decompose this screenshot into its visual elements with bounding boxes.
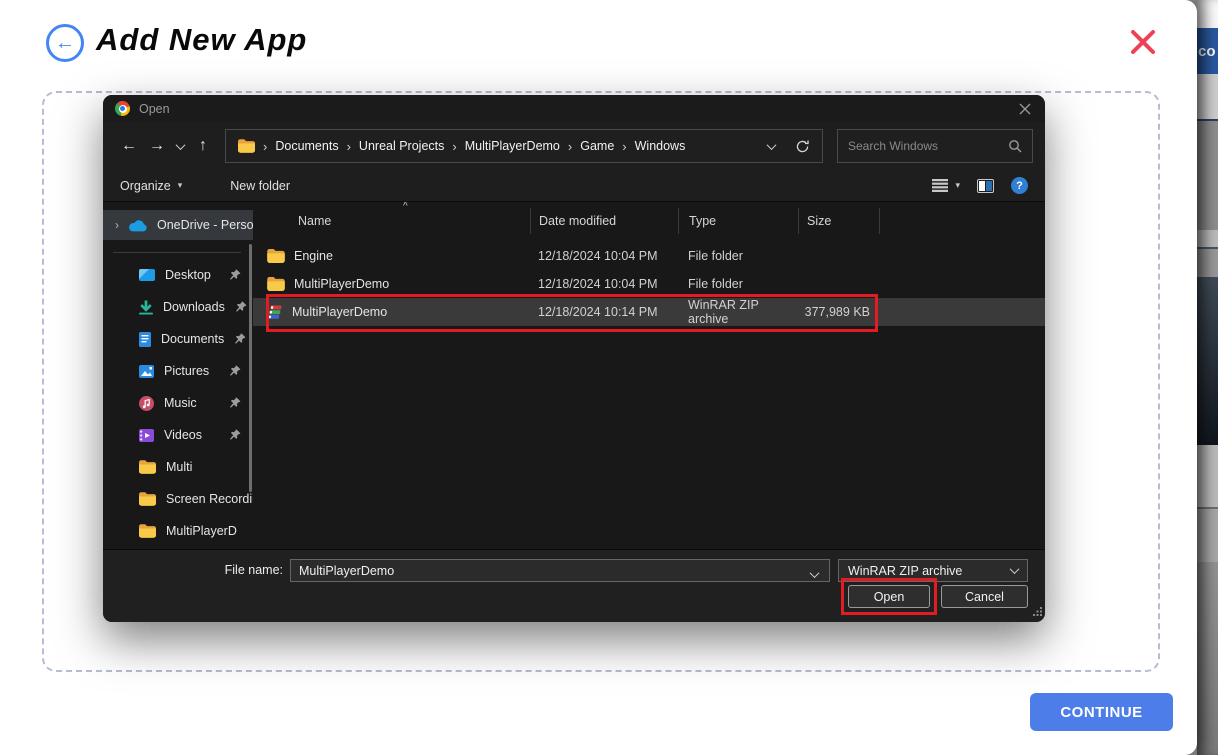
views-caret-icon: ▾ xyxy=(955,180,960,190)
pin-icon xyxy=(235,301,247,313)
pin-icon xyxy=(229,429,241,441)
views-button[interactable]: ▾ xyxy=(932,179,960,192)
downloads-icon xyxy=(139,300,153,315)
background-page-strip: co xyxy=(1197,0,1218,755)
folder-icon xyxy=(139,460,156,474)
dialog-titlebar[interactable]: Open xyxy=(103,95,1045,122)
column-header-date-modified[interactable]: Date modified xyxy=(530,208,678,234)
column-header-size[interactable]: Size xyxy=(798,208,880,234)
sidebar-item-videos[interactable]: Videos xyxy=(103,419,253,451)
search-input[interactable] xyxy=(848,139,1008,153)
organize-button[interactable]: Organize ▾ xyxy=(120,179,182,193)
details-view-icon xyxy=(932,179,949,192)
onedrive-cloud-icon xyxy=(128,219,148,232)
continue-button[interactable]: CONTINUE xyxy=(1030,693,1173,731)
file-row-multiplayerdemo-zip[interactable]: MultiPlayerDemo 12/18/2024 10:14 PM WinR… xyxy=(253,298,1045,326)
file-name-dropdown-chevron-icon[interactable] xyxy=(809,567,820,581)
pin-icon xyxy=(229,365,241,377)
sidebar: › OneDrive - Perso Desktop Downloads Doc… xyxy=(103,202,253,549)
column-headers: ^ Name Date modified Type Size xyxy=(253,202,1045,234)
breadcrumb-unreal-projects[interactable]: Unreal Projects xyxy=(359,139,444,153)
breadcrumb-multiplayerdemo[interactable]: MultiPlayerDemo xyxy=(465,139,560,153)
dialog-footer: File name: WinRAR ZIP archive Open Cance… xyxy=(103,549,1045,622)
cancel-button[interactable]: Cancel xyxy=(941,585,1028,608)
preview-pane-icon[interactable] xyxy=(977,178,994,193)
videos-icon xyxy=(139,428,154,442)
breadcrumb-documents[interactable]: Documents xyxy=(275,139,338,153)
folder-icon xyxy=(267,277,285,291)
chevron-down-icon xyxy=(1009,564,1020,575)
page-title: Add New App xyxy=(96,22,308,57)
file-list: ^ Name Date modified Type Size Engine 12… xyxy=(253,202,1045,549)
breadcrumb-windows[interactable]: Windows xyxy=(635,139,686,153)
folder-icon xyxy=(238,139,255,153)
pictures-icon xyxy=(139,364,154,378)
sidebar-item-onedrive[interactable]: › OneDrive - Perso xyxy=(103,210,253,240)
sidebar-item-desktop[interactable]: Desktop xyxy=(103,259,253,291)
nav-back-icon[interactable]: ← xyxy=(115,132,143,160)
add-new-app-modal: ← Add New App Open ← → ↑ › Documents › U… xyxy=(0,0,1197,755)
sidebar-item-downloads[interactable]: Downloads xyxy=(103,291,253,323)
close-icon[interactable] xyxy=(1128,27,1160,59)
sort-ascending-icon: ^ xyxy=(403,202,408,212)
sidebar-item-pictures[interactable]: Pictures xyxy=(103,355,253,387)
column-header-type[interactable]: Type xyxy=(678,208,798,234)
help-icon[interactable]: ? xyxy=(1011,177,1028,194)
dialog-navbar: ← → ↑ › Documents › Unreal Projects › Mu… xyxy=(103,122,1045,170)
sidebar-item-multiplayerdemo[interactable]: MultiPlayerD xyxy=(103,515,253,547)
pin-icon xyxy=(234,333,246,345)
winrar-archive-icon xyxy=(267,305,283,320)
file-type-select[interactable]: WinRAR ZIP archive xyxy=(838,559,1028,582)
file-name-label: File name: xyxy=(224,563,283,577)
folder-icon xyxy=(139,492,156,506)
folder-icon xyxy=(139,524,156,538)
pin-icon xyxy=(229,397,241,409)
back-button[interactable]: ← xyxy=(46,24,84,62)
sidebar-item-documents[interactable]: Documents xyxy=(103,323,253,355)
expander-chevron-icon: › xyxy=(115,218,119,232)
sidebar-item-music[interactable]: Music xyxy=(103,387,253,419)
pin-icon xyxy=(229,269,241,281)
new-folder-button[interactable]: New folder xyxy=(230,179,290,193)
resize-grip[interactable] xyxy=(1033,605,1042,619)
back-arrow-icon: ← xyxy=(55,31,75,54)
documents-icon xyxy=(139,331,151,347)
dialog-main: › OneDrive - Perso Desktop Downloads Doc… xyxy=(103,202,1045,549)
address-bar[interactable]: › Documents › Unreal Projects › MultiPla… xyxy=(225,129,823,163)
search-icon xyxy=(1008,139,1022,153)
sidebar-scrollbar[interactable] xyxy=(249,244,252,492)
sidebar-item-screen-recordings[interactable]: Screen Recordin xyxy=(103,483,253,515)
folder-icon xyxy=(267,249,285,263)
dialog-title: Open xyxy=(139,101,170,116)
sidebar-item-multi[interactable]: Multi xyxy=(103,451,253,483)
file-row-engine[interactable]: Engine 12/18/2024 10:04 PM File folder xyxy=(253,242,1045,270)
breadcrumb-game[interactable]: Game xyxy=(580,139,614,153)
sidebar-divider xyxy=(113,252,241,253)
desktop-icon xyxy=(139,269,155,281)
nav-up-icon[interactable]: ↑ xyxy=(189,132,217,160)
file-row-multiplayerdemo-folder[interactable]: MultiPlayerDemo 12/18/2024 10:04 PM File… xyxy=(253,270,1045,298)
open-file-dialog: Open ← → ↑ › Documents › Unreal Projects… xyxy=(103,95,1045,622)
address-dropdown-chevron-icon[interactable] xyxy=(766,139,777,153)
nav-forward-icon[interactable]: → xyxy=(143,132,171,160)
search-box xyxy=(837,129,1033,163)
open-button[interactable]: Open xyxy=(848,585,930,608)
chrome-icon xyxy=(115,101,130,116)
file-name-input[interactable] xyxy=(290,559,830,582)
music-icon xyxy=(139,395,154,411)
nav-history-chevron-icon[interactable] xyxy=(171,132,189,160)
refresh-icon[interactable] xyxy=(795,139,810,154)
dialog-close-icon[interactable] xyxy=(1017,101,1033,117)
dialog-toolbar: Organize ▾ New folder ▾ ? xyxy=(103,170,1045,202)
organize-caret-icon: ▾ xyxy=(177,180,183,190)
column-header-name[interactable]: Name xyxy=(253,208,530,234)
